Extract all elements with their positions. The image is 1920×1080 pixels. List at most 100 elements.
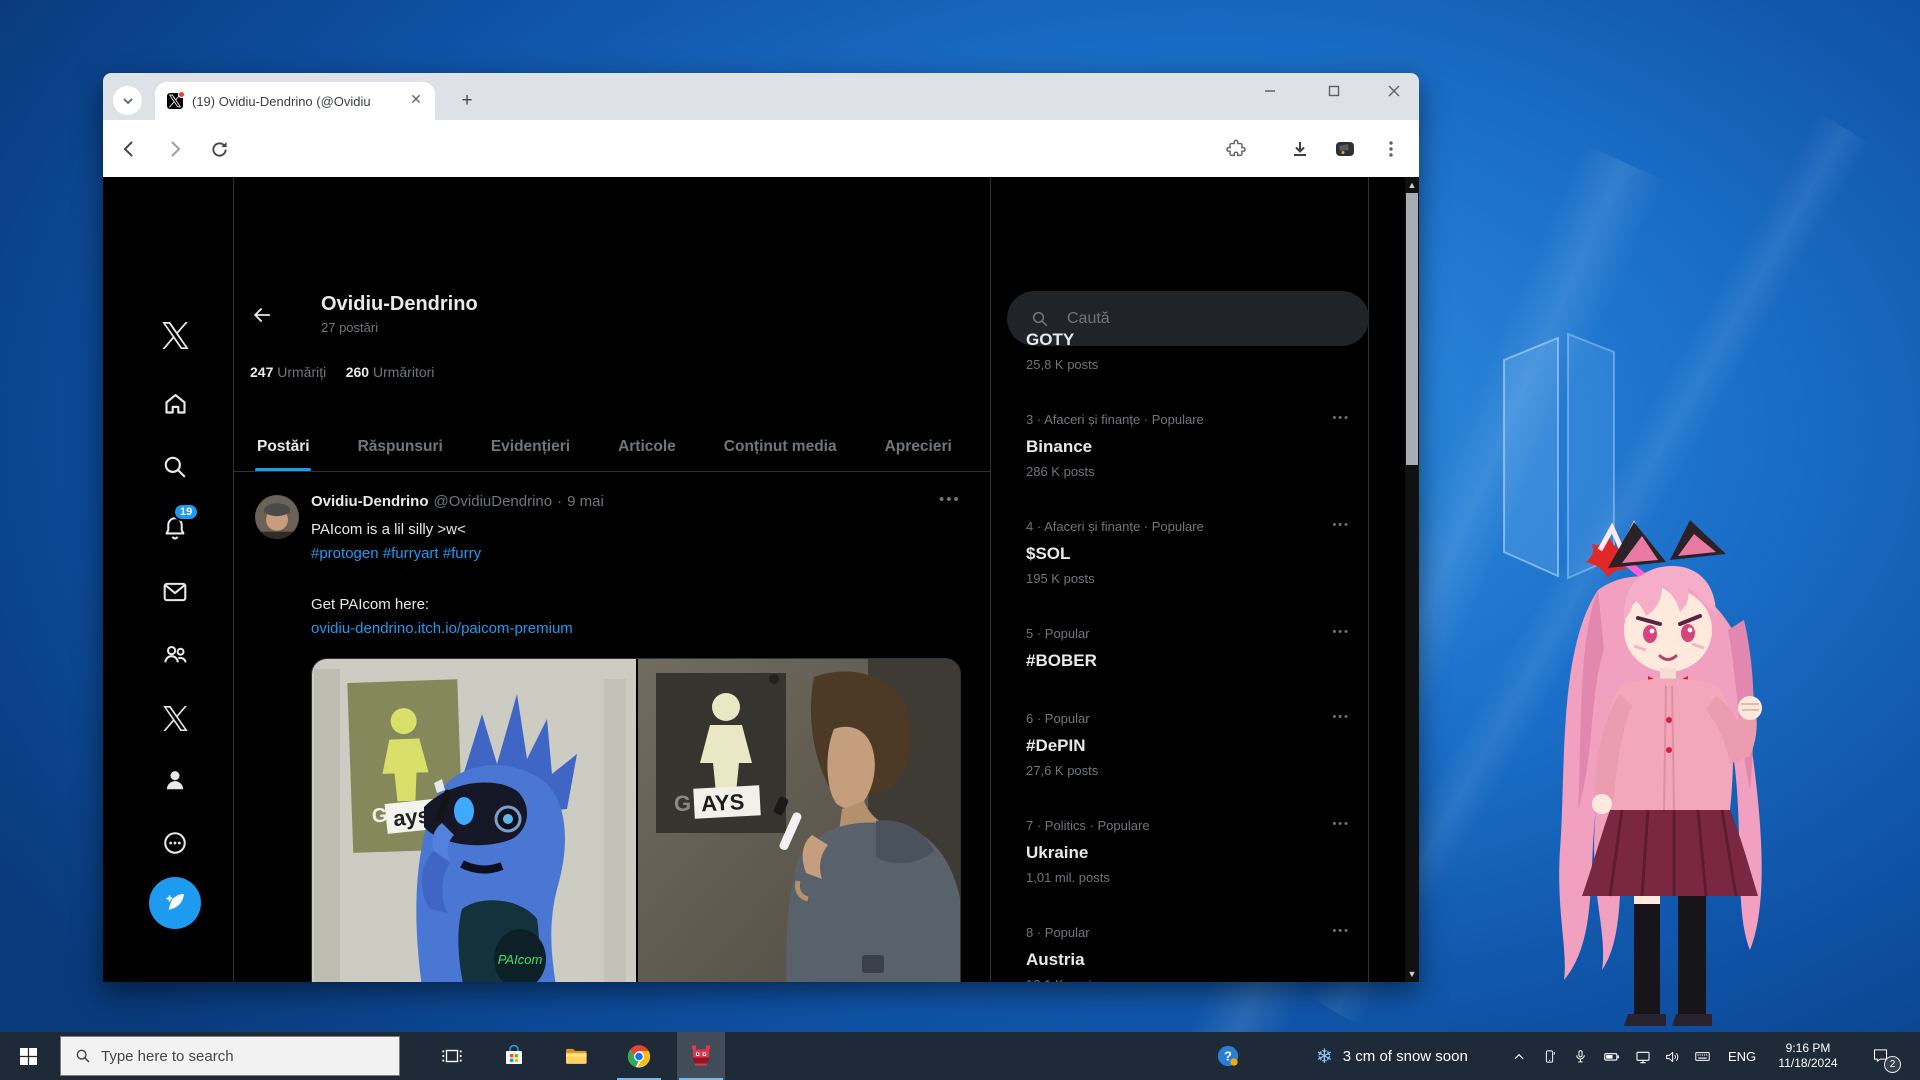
file-explorer-button[interactable]: [564, 1044, 588, 1068]
profile-tab-1[interactable]: Postări: [233, 422, 334, 472]
profile-tab-3[interactable]: Evidențieri: [467, 422, 594, 472]
trend-name[interactable]: #DePIN: [1026, 733, 1350, 759]
browser-titlebar: (19) Ovidiu-Dendrino (@Ovidiu ✕ +: [103, 73, 1419, 120]
close-button[interactable]: [1371, 73, 1417, 109]
tweet-avatar[interactable]: [255, 495, 299, 539]
browser-tab[interactable]: (19) Ovidiu-Dendrino (@Ovidiu ✕: [155, 82, 435, 120]
trend-item[interactable]: 6 · Popular•••#DePIN27,6 K posts: [1026, 709, 1350, 781]
trend-more-button[interactable]: •••: [1332, 818, 1350, 830]
back-arrow-icon[interactable]: [251, 304, 273, 326]
desktop-mascot-anime-girl[interactable]: [1538, 510, 1813, 1032]
profile-tab-2[interactable]: Răspunsuri: [334, 422, 467, 472]
scrollbar-thumb[interactable]: [1406, 193, 1418, 465]
trend-name[interactable]: #BOBER: [1026, 648, 1350, 674]
chrome-icon: [627, 1044, 651, 1069]
trend-item[interactable]: 5 · Popular•••#BOBER: [1026, 624, 1350, 674]
scroll-down-arrow[interactable]: ▼: [1406, 969, 1418, 979]
tray-phone-icon[interactable]: [1541, 1048, 1558, 1065]
nav-premium-icon[interactable]: [161, 704, 189, 732]
taskbar-search-box[interactable]: [60, 1036, 400, 1076]
svg-text:PAIcom: PAIcom: [498, 952, 543, 967]
trend-more-button[interactable]: •••: [1332, 711, 1350, 723]
tray-battery-icon[interactable]: [1603, 1048, 1620, 1065]
tweet-author-name[interactable]: Ovidiu-Dendrino: [311, 493, 429, 510]
tab-search-button[interactable]: [113, 86, 142, 115]
x-logo-icon[interactable]: [161, 321, 189, 349]
following-label[interactable]: Urmăriți: [277, 364, 326, 380]
trend-more-button[interactable]: •••: [1332, 412, 1350, 424]
trend-item[interactable]: 8 · Popular•••Austria12,1 K posts: [1026, 923, 1350, 982]
followers-count[interactable]: 260: [346, 364, 369, 380]
language-indicator[interactable]: ENG: [1728, 1032, 1756, 1080]
tray-keyboard-icon[interactable]: [1694, 1048, 1711, 1065]
profile-tab-5[interactable]: Conținut media: [700, 422, 861, 472]
trend-more-button[interactable]: •••: [1332, 519, 1350, 531]
trend-item[interactable]: GOTY25,8 K posts: [1026, 327, 1350, 375]
tab-close-icon[interactable]: ✕: [407, 92, 425, 110]
back-button[interactable]: [117, 137, 141, 161]
trend-post-count: 25,8 K posts: [1026, 355, 1350, 375]
tray-network-icon[interactable]: [1634, 1048, 1651, 1065]
trend-name[interactable]: $SOL: [1026, 541, 1350, 567]
trend-item[interactable]: 4 · Afaceri și finanțe · Populare••• $SOL…: [1026, 517, 1350, 589]
browser-window: (19) Ovidiu-Dendrino (@Ovidiu ✕ + x.com/…: [103, 73, 1419, 982]
nav-more-icon[interactable]: [161, 829, 189, 857]
tray-microphone-icon[interactable]: [1572, 1048, 1589, 1065]
profile-tab-6[interactable]: Aprecieri: [861, 422, 976, 472]
tweet-link[interactable]: ovidiu-dendrino.itch.io/paicom-premium: [311, 617, 951, 641]
scroll-up-arrow[interactable]: ▲: [1406, 180, 1418, 190]
downloads-button[interactable]: [1288, 137, 1312, 161]
nav-profile-icon[interactable]: [161, 766, 189, 794]
tray-volume-icon[interactable]: [1663, 1048, 1680, 1065]
store-icon: [502, 1044, 526, 1068]
task-view-button[interactable]: [440, 1044, 464, 1068]
tweet-separator: ·: [557, 493, 562, 510]
trend-more-button[interactable]: •••: [1332, 626, 1350, 638]
trend-name[interactable]: Austria: [1026, 947, 1350, 973]
trend-name[interactable]: GOTY: [1026, 327, 1350, 353]
following-count[interactable]: 247: [250, 364, 273, 380]
taskbar-clock[interactable]: 9:16 PM 11/18/2024: [1766, 1032, 1850, 1080]
x-page: 19 Ovidiu-Dendrino 27 postări 247 Urmări…: [103, 177, 1419, 982]
tweet-media[interactable]: G ays PAIcom: [311, 658, 961, 982]
tweet-hashtags[interactable]: #protogen #furryart #furry: [311, 542, 951, 566]
tray-expand-chevron[interactable]: [1510, 1048, 1527, 1065]
compose-post-button[interactable]: [149, 877, 201, 929]
maximize-button[interactable]: [1311, 73, 1357, 109]
reload-button[interactable]: [207, 137, 231, 161]
tweet-image-meme-photo[interactable]: G AYS: [638, 659, 961, 982]
profile-post-count: 27 postări: [321, 320, 378, 335]
trend-meta: 6 · Popular: [1026, 709, 1350, 729]
x-search-input[interactable]: [1067, 310, 1307, 328]
followers-label[interactable]: Urmăritori: [373, 364, 434, 380]
chrome-button[interactable]: [627, 1044, 651, 1068]
nav-explore-icon[interactable]: [161, 453, 189, 481]
extension-protogen-icon[interactable]: [1333, 137, 1357, 161]
start-button[interactable]: [16, 1044, 40, 1068]
tweet-more-button[interactable]: •••: [939, 491, 961, 508]
tweet-author-handle[interactable]: @OvidiuDendrino: [434, 493, 553, 510]
microsoft-store-button[interactable]: [502, 1044, 526, 1068]
trend-meta: 4 · Afaceri și finanțe · Populare: [1026, 517, 1350, 537]
trend-item[interactable]: 7 · Politics · Populare•••Ukraine1,01 mi…: [1026, 816, 1350, 888]
trend-more-button[interactable]: •••: [1332, 925, 1350, 937]
menu-kebab-button[interactable]: [1379, 137, 1403, 161]
minimize-button[interactable]: [1247, 73, 1293, 109]
nav-home-icon[interactable]: [161, 389, 189, 417]
trend-name[interactable]: Binance: [1026, 434, 1350, 460]
trend-item[interactable]: 3 · Afaceri și finanțe · Populare•••Bina…: [1026, 410, 1350, 482]
trend-name[interactable]: Ukraine: [1026, 840, 1350, 866]
nav-communities-icon[interactable]: [161, 640, 189, 668]
taskbar-search-input[interactable]: [101, 1048, 341, 1065]
new-tab-button[interactable]: +: [455, 89, 479, 113]
get-help-button[interactable]: ?: [1216, 1044, 1240, 1068]
trend-post-count: 195 K posts: [1026, 569, 1350, 589]
extensions-button[interactable]: [1224, 137, 1248, 161]
taskbar-weather-widget[interactable]: ❄ 3 cm of snow soon: [1316, 1032, 1468, 1080]
tweet-image-protogen-art[interactable]: G ays PAIcom: [312, 659, 636, 982]
protogen-app-button[interactable]: [689, 1044, 713, 1068]
nav-messages-icon[interactable]: [161, 578, 189, 606]
tweet-date[interactable]: 9 mai: [567, 493, 604, 510]
profile-tab-4[interactable]: Articole: [594, 422, 700, 472]
forward-button[interactable]: [163, 137, 187, 161]
